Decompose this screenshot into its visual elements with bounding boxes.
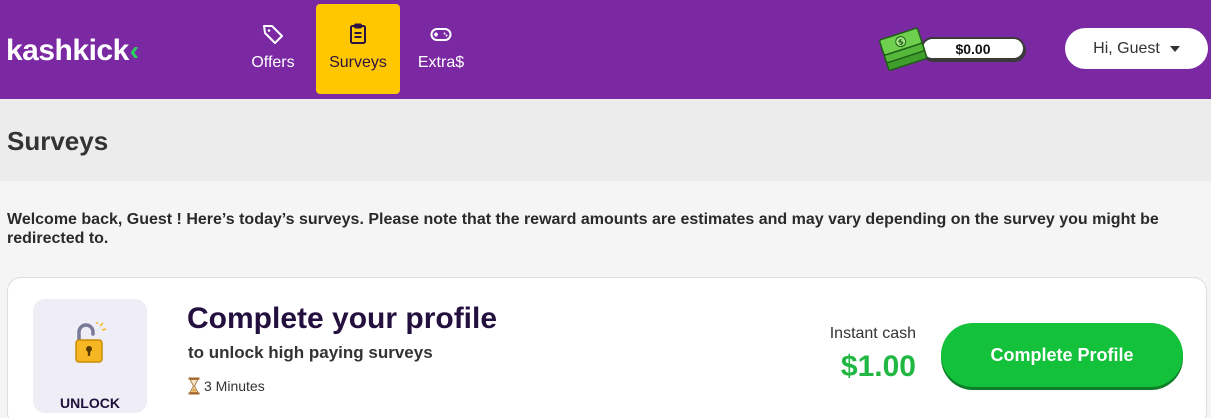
card-subtitle: to unlock high paying surveys [188, 343, 433, 362]
top-navigation-bar: kashkick ‹ Offers Surveys Extra$ $0.00 $… [0, 0, 1211, 99]
gamepad-icon [430, 28, 452, 41]
page-title: Surveys [7, 126, 109, 156]
logo-text: kashkick [6, 34, 129, 67]
chevron-down-icon [1169, 45, 1180, 52]
reward-label: Instant cash [829, 325, 916, 342]
unlock-badge: UNLOCK [33, 299, 147, 413]
survey-duration: 3 Minutes [188, 377, 265, 395]
duration-text: 3 Minutes [204, 378, 265, 394]
nav-tab-offers[interactable]: Offers [237, 4, 309, 94]
clipboard-icon [350, 23, 366, 44]
nav-tab-surveys[interactable]: Surveys [316, 4, 400, 94]
nav-tab-label: Extra$ [417, 54, 465, 71]
nav-tab-label: Surveys [329, 54, 387, 71]
complete-profile-label: Complete Profile [990, 344, 1134, 365]
tag-icon [263, 25, 283, 44]
wallet-balance-value: $0.00 [955, 40, 991, 57]
unlock-label: UNLOCK [60, 395, 120, 411]
page-title-band: Surveys [0, 99, 1211, 181]
unlocked-padlock-icon [75, 322, 107, 363]
user-menu-button[interactable]: Hi, Guest [1065, 28, 1208, 69]
complete-profile-button[interactable]: Complete Profile [941, 323, 1183, 387]
logo-mark-icon: ‹ [129, 35, 139, 66]
card-title: Complete your profile [187, 302, 498, 335]
survey-card: UNLOCK Complete your profile to unlock h… [7, 277, 1207, 418]
user-greeting: Hi, Guest [1093, 39, 1160, 57]
nav-tab-label: Offers [251, 54, 295, 71]
nav-tab-extras[interactable]: Extra$ [406, 4, 476, 94]
cash-stack-icon: $ [879, 27, 928, 71]
reward-amount: $1.00 [840, 350, 916, 383]
hourglass-icon [188, 377, 200, 395]
welcome-message: Welcome back, Guest ! Here’s today’s sur… [7, 211, 1159, 247]
wallet-balance[interactable]: $0.00 $ [877, 18, 1027, 74]
kashkick-logo[interactable]: kashkick ‹ [6, 34, 139, 68]
